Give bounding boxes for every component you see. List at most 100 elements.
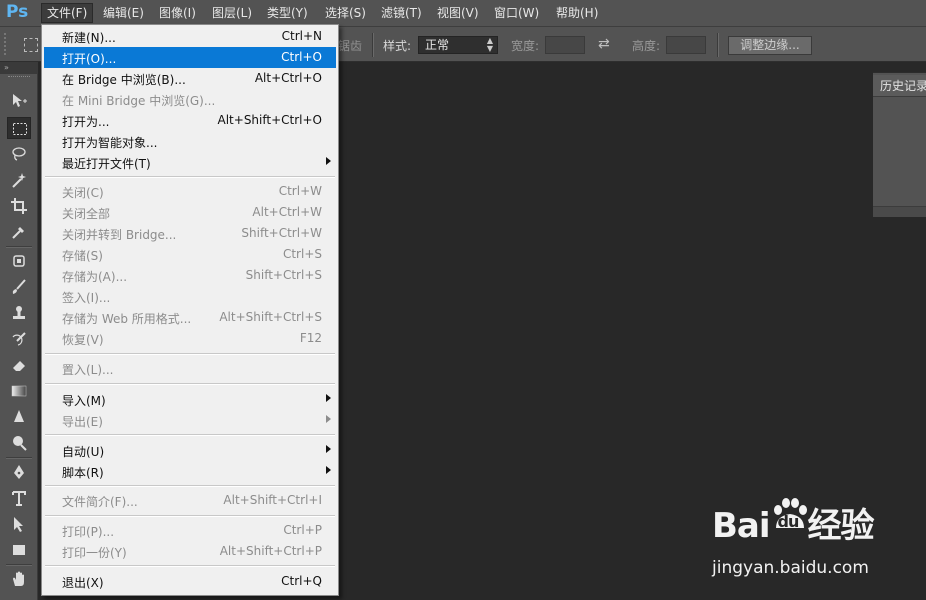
menu-item-label: 存储(S) xyxy=(62,249,103,263)
menu-item-save-as[interactable]: 存储为(A)... Shift+Ctrl+S xyxy=(44,265,336,286)
blur-tool-icon[interactable] xyxy=(7,406,31,428)
menu-item-revert[interactable]: 恢复(V) F12 xyxy=(44,328,336,349)
rectangle-tool-icon[interactable] xyxy=(7,539,31,561)
menu-item-shortcut: Alt+Ctrl+W xyxy=(252,205,322,219)
crop-tool-icon[interactable] xyxy=(7,195,31,217)
menu-item-browse-in-mini-bridge[interactable]: 在 Mini Bridge 中浏览(G)... xyxy=(44,89,336,110)
marquee-preset-icon[interactable] xyxy=(24,38,38,52)
spot-healing-brush-tool-icon[interactable] xyxy=(7,250,31,272)
hand-tool-icon[interactable] xyxy=(7,568,31,590)
swap-icon[interactable]: ⇄ xyxy=(598,36,610,52)
history-panel-tab[interactable]: 历史记录 xyxy=(873,75,926,97)
menu-separator xyxy=(45,515,335,517)
gradient-tool-icon[interactable] xyxy=(7,380,31,402)
collapse-panel-icon[interactable]: » xyxy=(0,62,38,74)
menu-item-save-for-web[interactable]: 存储为 Web 所用格式... Alt+Shift+Ctrl+S xyxy=(44,307,336,328)
menu-item-close[interactable]: 关闭(C) Ctrl+W xyxy=(44,181,336,202)
menu-item-check-in[interactable]: 签入(I)... xyxy=(44,286,336,307)
watermark-url: jingyan.baidu.com xyxy=(712,558,869,578)
path-selection-tool-icon[interactable] xyxy=(7,513,31,535)
menu-item-label: 置入(L)... xyxy=(62,363,114,377)
menu-item-label: 打印(P)... xyxy=(62,525,115,539)
eyedropper-tool-icon[interactable] xyxy=(7,221,31,243)
menu-item-print[interactable]: 打印(P)... Ctrl+P xyxy=(44,520,336,541)
pen-tool-icon[interactable] xyxy=(7,461,31,483)
menu-item-label: 在 Mini Bridge 中浏览(G)... xyxy=(62,94,216,108)
tools-panel: » xyxy=(0,62,38,600)
menu-item-close-all[interactable]: 关闭全部 Alt+Ctrl+W xyxy=(44,202,336,223)
menu-item-exit[interactable]: 退出(X) Ctrl+Q xyxy=(44,571,336,592)
menu-item-label: 恢复(V) xyxy=(62,333,104,347)
menu-image[interactable]: 图像(I) xyxy=(153,4,202,22)
menu-separator xyxy=(45,565,335,567)
tools-panel-grip[interactable] xyxy=(8,76,30,80)
baidu-logo: Bai du 经验 xyxy=(712,498,875,547)
options-separator xyxy=(717,33,719,57)
refine-edge-button[interactable]: 调整边缘... xyxy=(728,36,812,55)
menu-item-label: 打开(O)... xyxy=(62,52,117,66)
menu-layer[interactable]: 图层(L) xyxy=(206,4,258,22)
menu-view[interactable]: 视图(V) xyxy=(431,4,485,22)
history-brush-tool-icon[interactable] xyxy=(7,328,31,350)
history-panel: 历史记录 xyxy=(873,72,926,217)
menu-item-open-as-smart-object[interactable]: 打开为智能对象... xyxy=(44,131,336,152)
style-select[interactable]: 正常 ▲ ▼ xyxy=(418,36,498,54)
type-tool-icon[interactable] xyxy=(7,487,31,509)
menu-item-open-recent[interactable]: 最近打开文件(T) xyxy=(44,152,336,173)
menu-item-browse-in-bridge[interactable]: 在 Bridge 中浏览(B)... Alt+Ctrl+O xyxy=(44,68,336,89)
menu-item-file-info[interactable]: 文件简介(F)... Alt+Shift+Ctrl+I xyxy=(44,490,336,511)
menu-item-shortcut: Ctrl+S xyxy=(282,247,322,261)
menu-edit[interactable]: 编辑(E) xyxy=(97,4,150,22)
menu-file[interactable]: 文件(F) xyxy=(41,3,94,23)
menu-item-scripts[interactable]: 脚本(R) xyxy=(44,461,336,482)
menu-filter[interactable]: 滤镜(T) xyxy=(375,4,428,22)
menu-type[interactable]: 类型(Y) xyxy=(261,4,314,22)
menu-select[interactable]: 选择(S) xyxy=(319,4,372,22)
menu-help[interactable]: 帮助(H) xyxy=(550,4,604,22)
menu-item-shortcut: F12 xyxy=(299,331,322,345)
menu-item-close-and-go-to-bridge[interactable]: 关闭并转到 Bridge... Shift+Ctrl+W xyxy=(44,223,336,244)
menu-item-shortcut: Ctrl+W xyxy=(278,184,322,198)
menu-item-export[interactable]: 导出(E) xyxy=(44,410,336,431)
menu-separator xyxy=(45,383,335,385)
menu-item-label: 存储为 Web 所用格式... xyxy=(62,312,192,326)
menu-item-open-as[interactable]: 打开为... Alt+Shift+Ctrl+O xyxy=(44,110,336,131)
menu-item-shortcut: Shift+Ctrl+S xyxy=(245,268,322,282)
menu-item-save[interactable]: 存储(S) Ctrl+S xyxy=(44,244,336,265)
menu-item-import[interactable]: 导入(M) xyxy=(44,389,336,410)
watermark-brand-left: Bai xyxy=(712,506,771,546)
brush-tool-icon[interactable] xyxy=(7,276,31,298)
baidu-jingyan-watermark: Bai du 经验 jingyan.baidu.com xyxy=(712,496,892,586)
menu-item-automate[interactable]: 自动(U) xyxy=(44,440,336,461)
height-input[interactable] xyxy=(666,36,706,54)
menu-item-label: 退出(X) xyxy=(62,576,104,590)
move-tool-icon[interactable] xyxy=(7,90,31,112)
menu-item-shortcut: Ctrl+P xyxy=(283,523,322,537)
dodge-tool-icon[interactable] xyxy=(7,432,31,454)
menu-item-label: 打印一份(Y) xyxy=(62,546,127,560)
clone-stamp-tool-icon[interactable] xyxy=(7,302,31,324)
watermark-brand-right: 经验 xyxy=(807,506,875,546)
options-separator xyxy=(372,33,374,57)
menu-item-label: 关闭并转到 Bridge... xyxy=(62,228,177,242)
menu-item-new[interactable]: 新建(N)... Ctrl+N xyxy=(44,26,336,47)
menu-item-print-one-copy[interactable]: 打印一份(Y) Alt+Shift+Ctrl+P xyxy=(44,541,336,562)
menu-item-place[interactable]: 置入(L)... xyxy=(44,358,336,379)
options-bar-grip[interactable] xyxy=(4,33,10,55)
menu-item-open[interactable]: 打开(O)... Ctrl+O xyxy=(44,47,336,68)
menu-item-shortcut: Ctrl+O xyxy=(281,50,322,64)
rectangular-marquee-tool-icon[interactable] xyxy=(7,117,31,139)
eraser-tool-icon[interactable] xyxy=(7,354,31,376)
width-input[interactable] xyxy=(545,36,585,54)
anti-alias-label: 锯齿 xyxy=(338,39,363,53)
menu-item-shortcut: Alt+Shift+Ctrl+O xyxy=(217,113,322,127)
menu-item-shortcut: Alt+Shift+Ctrl+I xyxy=(223,493,322,507)
menu-item-label: 最近打开文件(T) xyxy=(62,157,151,171)
menu-window[interactable]: 窗口(W) xyxy=(488,4,545,22)
lasso-tool-icon[interactable] xyxy=(7,143,31,165)
menu-item-shortcut: Shift+Ctrl+W xyxy=(241,226,322,240)
magic-wand-tool-icon[interactable] xyxy=(7,169,31,191)
tools-separator xyxy=(6,564,32,566)
menu-item-shortcut: Ctrl+Q xyxy=(281,574,322,588)
style-label: 样式: xyxy=(383,39,412,53)
